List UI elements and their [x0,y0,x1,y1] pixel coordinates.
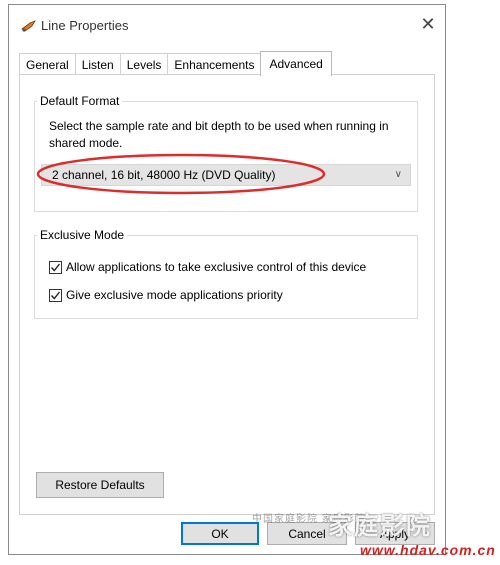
properties-window: Line Properties ✕ General Listen Levels … [8,4,446,555]
default-format-group: Default Format Select the sample rate an… [34,94,418,212]
chevron-down-icon: ∨ [394,169,402,180]
allow-exclusive-checkbox[interactable] [49,260,62,274]
tab-listen[interactable]: Listen [74,53,121,75]
apply-button[interactable]: Apply [355,522,435,545]
checkmark-icon [50,291,61,300]
restore-defaults-button[interactable]: Restore Defaults [36,472,164,498]
checkmark-icon [50,263,61,272]
close-icon: ✕ [420,13,436,34]
exclusive-mode-group: Exclusive Mode Allow applications to tak… [34,228,418,319]
allow-exclusive-label: Allow applications to take exclusive con… [66,260,367,274]
allow-exclusive-control-option[interactable]: Allow applications to take exclusive con… [49,260,366,274]
tab-strip: General Listen Levels Enhancements Advan… [19,51,332,76]
tab-general[interactable]: General [19,53,76,75]
default-format-description: Select the sample rate and bit depth to … [49,119,389,150]
tab-enhancements[interactable]: Enhancements [167,53,262,75]
window-title: Line Properties [41,18,129,33]
exclusive-priority-label: Give exclusive mode applications priorit… [66,288,283,302]
default-format-dropdown[interactable]: 2 channel, 16 bit, 48000 Hz (DVD Quality… [41,164,411,186]
exclusive-mode-label: Exclusive Mode [37,228,128,242]
default-format-label: Default Format [37,94,123,108]
exclusive-priority-option[interactable]: Give exclusive mode applications priorit… [49,288,283,302]
tab-levels[interactable]: Levels [119,53,169,75]
speaker-jack-icon [21,20,36,32]
exclusive-priority-checkbox[interactable] [49,288,62,302]
tab-advanced[interactable]: Advanced [260,51,332,76]
cancel-button[interactable]: Cancel [267,522,347,545]
advanced-tab-panel: Default Format Select the sample rate an… [19,74,435,515]
selected-format-value: 2 channel, 16 bit, 48000 Hz (DVD Quality… [52,168,276,182]
close-button[interactable]: ✕ [411,5,445,43]
ok-button[interactable]: OK [181,522,259,545]
title-bar: Line Properties ✕ [9,5,445,43]
